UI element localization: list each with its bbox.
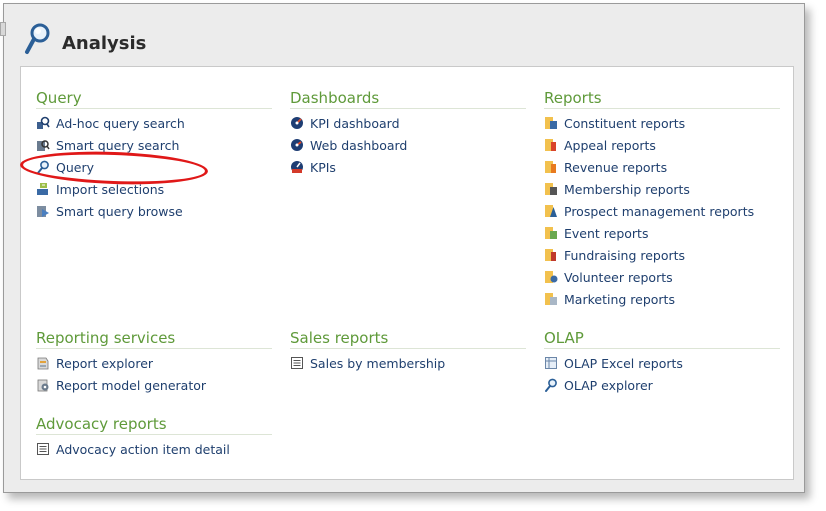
link-appeal-reports[interactable]: Appeal reports (544, 134, 780, 156)
section-dashboards: Dashboards KPI dashboard Web dashboard K… (290, 87, 526, 178)
report-icon (545, 117, 557, 129)
section-sales-reports: Sales reports Sales by membership (290, 327, 526, 374)
section-reports: Reports Constituent reports Appeal repor… (544, 87, 780, 310)
report-icon (545, 227, 557, 239)
page-header: Analysis (24, 22, 146, 56)
section-title-sales-reports: Sales reports (290, 327, 526, 349)
link-label: Query (56, 159, 94, 175)
collapse-handle[interactable] (0, 22, 6, 36)
link-label: KPIs (310, 159, 336, 175)
adhoc-search-icon (37, 116, 50, 129)
section-query: Query Ad-hoc query search Smart query se… (36, 87, 272, 222)
import-selections-icon (37, 183, 48, 195)
link-olap-excel-reports[interactable]: OLAP Excel reports (544, 352, 780, 374)
link-import-selections[interactable]: Import selections (36, 178, 272, 200)
list-report-icon (37, 443, 49, 455)
analysis-window: Analysis Query Ad-hoc query search Smart… (0, 3, 805, 493)
report-icon (545, 183, 557, 195)
analysis-panel: Query Ad-hoc query search Smart query se… (20, 66, 794, 480)
link-kpi-dashboard[interactable]: KPI dashboard (290, 112, 526, 134)
olap-explorer-icon (545, 378, 557, 392)
link-volunteer-reports[interactable]: Volunteer reports (544, 266, 780, 288)
analysis-magnifier-icon (25, 23, 50, 54)
link-smart-query-search[interactable]: Smart query search (36, 134, 272, 156)
link-label: Constituent reports (564, 115, 686, 131)
link-label: Membership reports (564, 181, 690, 197)
link-sales-by-membership[interactable]: Sales by membership (290, 352, 526, 374)
report-icon (545, 139, 556, 151)
section-reporting-services: Reporting services Report explorer Repor… (36, 327, 272, 396)
section-title-query: Query (36, 87, 272, 109)
smart-query-browse-icon (37, 206, 49, 217)
web-dashboard-icon (291, 139, 303, 151)
section-title-advocacy-reports: Advocacy reports (36, 413, 272, 435)
link-label: Marketing reports (564, 291, 675, 307)
smart-query-search-icon (37, 140, 50, 151)
report-icon (545, 205, 557, 217)
link-label: Advocacy action item detail (56, 441, 230, 457)
link-web-dashboard[interactable]: Web dashboard (290, 134, 526, 156)
olap-excel-icon (545, 357, 557, 369)
link-advocacy-action-item-detail[interactable]: Advocacy action item detail (36, 438, 272, 460)
link-query[interactable]: Query (36, 156, 272, 178)
section-advocacy-reports: Advocacy reports Advocacy action item de… (36, 413, 272, 460)
link-olap-explorer[interactable]: OLAP explorer (544, 374, 780, 396)
section-title-dashboards: Dashboards (290, 87, 526, 109)
report-icon (545, 271, 558, 283)
section-title-reporting-services: Reporting services (36, 327, 272, 349)
link-marketing-reports[interactable]: Marketing reports (544, 288, 780, 310)
link-label: Report model generator (56, 377, 207, 393)
report-explorer-icon (37, 357, 49, 370)
link-label: OLAP explorer (564, 377, 653, 393)
link-label: Volunteer reports (564, 269, 673, 285)
link-label: Import selections (56, 181, 165, 197)
link-report-explorer[interactable]: Report explorer (36, 352, 272, 374)
link-label: Web dashboard (310, 137, 408, 153)
link-adhoc-query-search[interactable]: Ad-hoc query search (36, 112, 272, 134)
link-report-model-generator[interactable]: Report model generator (36, 374, 272, 396)
kpi-dashboard-icon (291, 117, 303, 129)
link-label: Appeal reports (564, 137, 656, 153)
link-prospect-management-reports[interactable]: Prospect management reports (544, 200, 780, 222)
page-title: Analysis (62, 32, 147, 54)
link-kpis[interactable]: KPIs (290, 156, 526, 178)
section-title-olap: OLAP (544, 327, 780, 349)
link-label: KPI dashboard (310, 115, 400, 131)
link-revenue-reports[interactable]: Revenue reports (544, 156, 780, 178)
report-icon (545, 161, 556, 173)
link-membership-reports[interactable]: Membership reports (544, 178, 780, 200)
link-label: Sales by membership (310, 355, 446, 371)
link-label: Prospect management reports (564, 203, 755, 219)
link-label: Event reports (564, 225, 649, 241)
section-olap: OLAP OLAP Excel reports OLAP explorer (544, 327, 780, 396)
link-label: Report explorer (56, 355, 154, 371)
kpis-icon (291, 161, 303, 173)
link-label: Fundraising reports (564, 247, 686, 263)
link-label: OLAP Excel reports (564, 355, 683, 371)
link-label: Smart query browse (56, 203, 183, 219)
link-label: Smart query search (56, 137, 180, 153)
link-label: Ad-hoc query search (56, 115, 185, 131)
link-smart-query-browse[interactable]: Smart query browse (36, 200, 272, 222)
link-constituent-reports[interactable]: Constituent reports (544, 112, 780, 134)
query-magnifier-icon (37, 160, 49, 174)
report-icon (545, 249, 556, 261)
link-event-reports[interactable]: Event reports (544, 222, 780, 244)
link-fundraising-reports[interactable]: Fundraising reports (544, 244, 780, 266)
report-model-generator-icon (37, 379, 49, 392)
report-icon (545, 293, 557, 305)
link-label: Revenue reports (564, 159, 668, 175)
section-title-reports: Reports (544, 87, 780, 109)
list-report-icon (291, 357, 303, 369)
